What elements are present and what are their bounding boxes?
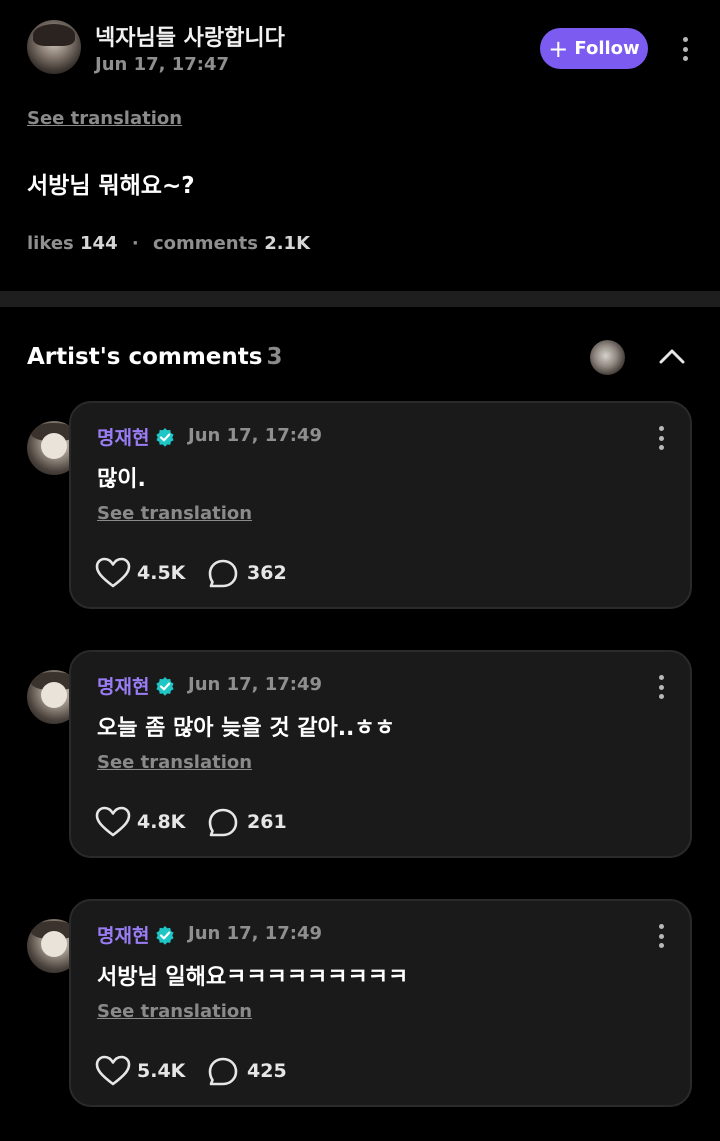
- plus-icon: +: [548, 34, 569, 63]
- post-page: 넥자님들 사랑합니다 Jun 17, 17:47 + Follow See tr…: [0, 0, 720, 1141]
- comment-more-icon[interactable]: [655, 423, 667, 453]
- author-name[interactable]: 넥자님들 사랑합니다: [95, 20, 285, 52]
- chevron-up-icon[interactable]: [656, 342, 688, 370]
- avatar-face: [41, 682, 67, 708]
- artist-comments-label: Artist's comments: [27, 344, 263, 370]
- comment-date: Jun 17, 17:49: [188, 425, 323, 446]
- post-see-translation-link[interactable]: See translation: [27, 108, 182, 129]
- author-avatar[interactable]: [27, 20, 81, 74]
- artist-comments-title: Artist's comments 3: [27, 344, 283, 370]
- post-more-icon[interactable]: [679, 34, 691, 64]
- comment-bubble-icon[interactable]: [207, 558, 239, 590]
- comment-more-icon[interactable]: [655, 921, 667, 951]
- heart-icon[interactable]: [95, 1055, 131, 1087]
- likes-label: likes: [27, 233, 74, 254]
- follow-label: Follow: [574, 38, 640, 59]
- comment-bubble-icon[interactable]: [207, 1056, 239, 1088]
- comment-text: 많이.: [97, 467, 146, 492]
- commenter-name[interactable]: 명재현: [97, 423, 149, 450]
- commenter-name[interactable]: 명재현: [97, 921, 149, 948]
- reply-count: 362: [247, 562, 287, 584]
- comment-card: 명재현 Jun 17, 17:49 서방님 일해요ㅋㅋㅋㅋㅋㅋㅋㅋㅋ See t…: [69, 899, 692, 1107]
- like-count: 4.5K: [137, 562, 186, 584]
- post-header: 넥자님들 사랑합니다 Jun 17, 17:47 + Follow: [0, 0, 720, 100]
- comment-text: 오늘 좀 많아 늦을 것 같아..ㅎㅎ: [97, 716, 395, 741]
- avatar-hair: [33, 24, 75, 46]
- artist-comments-count: 3: [266, 344, 283, 370]
- post-text: 서방님 뭐해요~?: [27, 173, 195, 199]
- stats-separator: ·: [131, 233, 139, 254]
- like-count: 4.8K: [137, 811, 186, 833]
- comment-date: Jun 17, 17:49: [188, 674, 323, 695]
- verified-badge-icon: [156, 926, 174, 945]
- comment-see-translation-link[interactable]: See translation: [97, 752, 252, 773]
- post-date: Jun 17, 17:47: [95, 54, 230, 75]
- comment-more-icon[interactable]: [655, 672, 667, 702]
- section-divider: [0, 291, 720, 307]
- comments-count: 2.1K: [264, 233, 311, 254]
- verified-badge-icon: [156, 428, 174, 447]
- comment-bubble-icon[interactable]: [207, 807, 239, 839]
- heart-icon[interactable]: [95, 557, 131, 589]
- comment-text: 서방님 일해요ㅋㅋㅋㅋㅋㅋㅋㅋㅋ: [97, 965, 409, 990]
- commenter-name[interactable]: 명재현: [97, 672, 149, 699]
- comment-see-translation-link[interactable]: See translation: [97, 503, 252, 524]
- reply-count: 425: [247, 1060, 287, 1082]
- comment-date: Jun 17, 17:49: [188, 923, 323, 944]
- avatar-face: [41, 931, 67, 957]
- likes-count: 144: [80, 233, 118, 254]
- artist-mini-avatar[interactable]: [590, 340, 625, 375]
- reply-count: 261: [247, 811, 287, 833]
- follow-button[interactable]: + Follow: [540, 28, 648, 69]
- comment-see-translation-link[interactable]: See translation: [97, 1001, 252, 1022]
- comments-label: comments: [153, 233, 258, 254]
- comment-card: 명재현 Jun 17, 17:49 많이. See translation 4.…: [69, 401, 692, 609]
- comment-card: 명재현 Jun 17, 17:49 오늘 좀 많아 늦을 것 같아..ㅎㅎ Se…: [69, 650, 692, 858]
- heart-icon[interactable]: [95, 806, 131, 838]
- like-count: 5.4K: [137, 1060, 186, 1082]
- verified-badge-icon: [156, 677, 174, 696]
- avatar-face: [41, 433, 67, 459]
- post-stats: likes 144 · comments 2.1K: [27, 233, 310, 254]
